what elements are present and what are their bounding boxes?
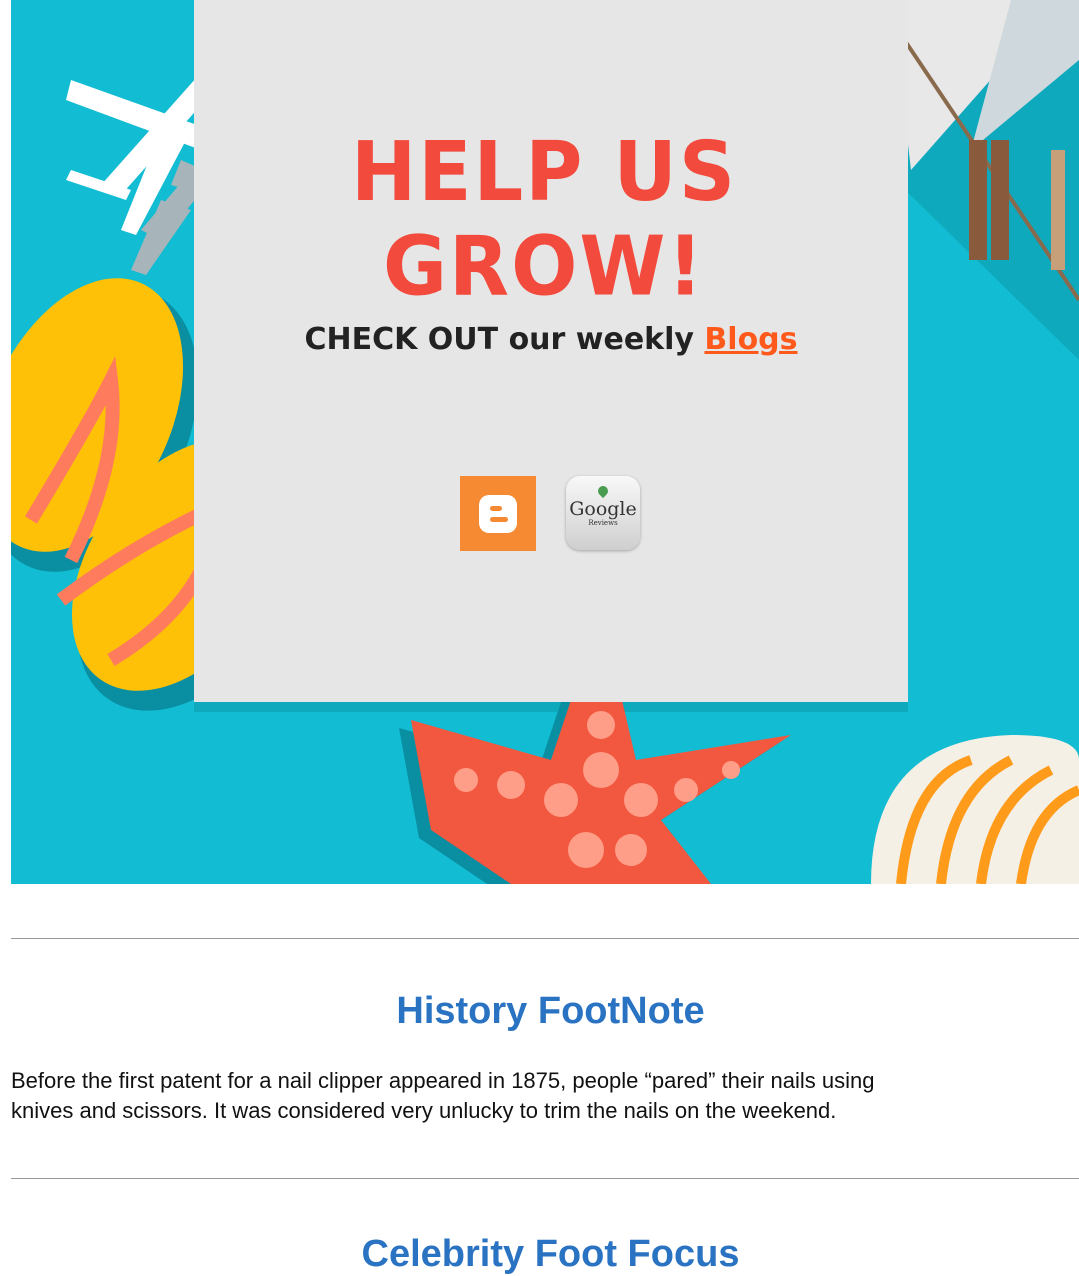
history-line-1: Before the first patent for a nail clipp…	[11, 1068, 875, 1093]
blogger-icon[interactable]	[460, 476, 536, 551]
google-reviews-icon[interactable]: Google Reviews	[566, 476, 640, 550]
celebrity-title: Celebrity Foot Focus	[361, 1233, 740, 1275]
blog-callout-text: CHECK OUT our weekly	[304, 322, 705, 357]
divider	[11, 1178, 1079, 1179]
promo-card: HELP US GROW! CHECK OUT our weekly Blogs…	[194, 0, 908, 702]
seashell-icon	[871, 735, 1079, 884]
history-title: History FootNote	[396, 990, 705, 1032]
map-pin-icon	[595, 483, 611, 499]
summer-banner: HELP US GROW! CHECK OUT our weekly Blogs…	[11, 0, 1079, 884]
headline: HELP US GROW!	[350, 125, 738, 315]
google-text: Google	[569, 498, 637, 520]
blogger-logo	[479, 494, 517, 533]
history-text: Before the first patent for a nail clipp…	[11, 1066, 1079, 1126]
history-line-2: knives and scissors. It was considered v…	[11, 1098, 837, 1123]
divider	[11, 938, 1079, 939]
blog-callout: CHECK OUT our weekly Blogs	[194, 322, 908, 357]
blogs-link[interactable]: Blogs	[704, 322, 797, 357]
reviews-text: Reviews	[588, 519, 618, 527]
